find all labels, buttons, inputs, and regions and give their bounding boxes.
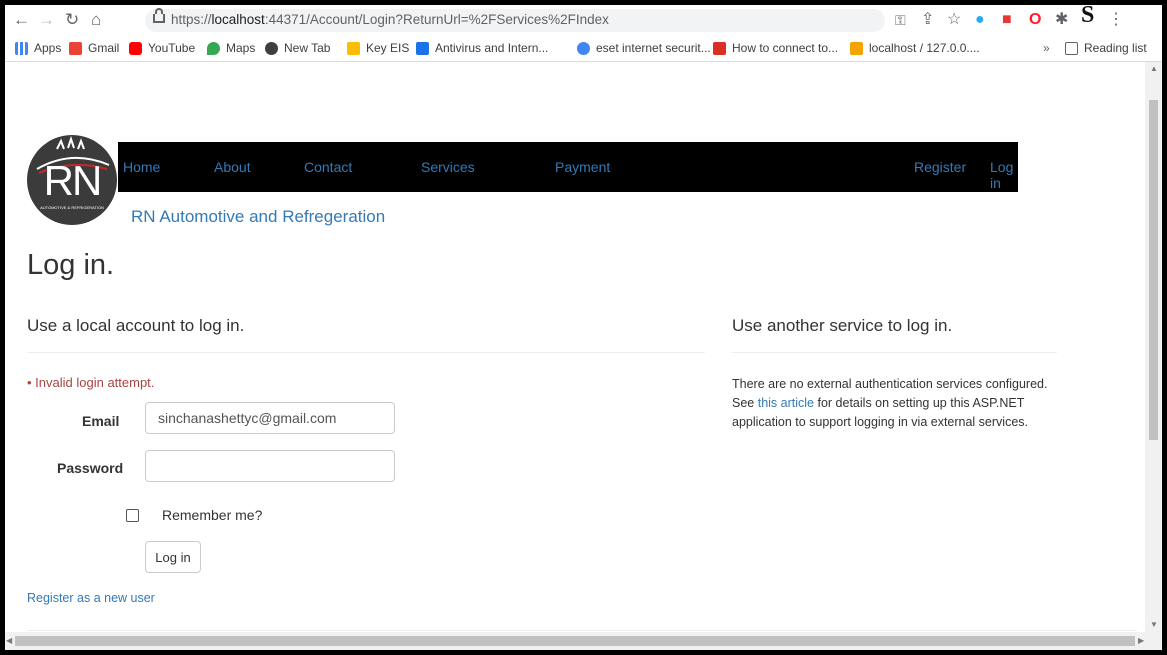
password-label: Password	[57, 460, 124, 476]
bookmark-localhost[interactable]: localhost / 127.0.0....	[850, 41, 980, 55]
scroll-right-icon[interactable]: ▶	[1138, 636, 1144, 645]
address-bar-row: ← → ↻ ⌂ https://localhost:44371/Account/…	[5, 5, 1162, 36]
nav-payment-link[interactable]: Payment	[555, 159, 610, 175]
scroll-left-icon[interactable]: ◀	[6, 636, 12, 645]
bookmark-antivirus[interactable]: Antivirus and Intern...	[416, 41, 548, 55]
page-title: Log in.	[27, 249, 115, 281]
logo-tagline: AUTOMOTIVE & REFRIGERATION	[40, 205, 104, 210]
external-services-message: There are no external authentication ser…	[732, 377, 1048, 429]
home-icon[interactable]: ⌂	[91, 11, 101, 29]
page-viewport: Home About Contact Services Payment Regi…	[5, 62, 1145, 632]
key-eis-icon	[347, 41, 360, 55]
nav-home-link[interactable]: Home	[123, 159, 160, 175]
bookmark-key-eis[interactable]: Key EIS	[347, 41, 409, 55]
maps-pin-icon	[207, 41, 220, 55]
horizontal-scrollbar[interactable]: ◀ ▶	[5, 632, 1162, 650]
share-icon[interactable]: ⇪	[921, 10, 934, 30]
footer-divider	[27, 630, 1137, 631]
vertical-scroll-thumb[interactable]	[1149, 100, 1158, 440]
rn-logo[interactable]: RN AUTOMOTIVE & REFRIGERATION	[27, 135, 117, 225]
star-icon[interactable]: ☆	[947, 10, 961, 30]
login-button[interactable]: Log in	[145, 541, 201, 573]
nav-login-link[interactable]: Log in	[990, 159, 1018, 191]
bookmark-eset[interactable]: eset internet securit...	[577, 41, 711, 55]
scroll-down-icon[interactable]: ▼	[1150, 620, 1158, 629]
opera-extension-icon[interactable]: O	[1029, 10, 1041, 30]
url-field[interactable]: https://localhost:44371/Account/Login?Re…	[145, 8, 885, 32]
vertical-scrollbar[interactable]: ▲ ▼	[1145, 62, 1162, 632]
v-logo-icon	[713, 41, 726, 55]
phpmyadmin-icon	[850, 41, 863, 55]
bookmarks-bar: Apps Gmail YouTube Maps New Tab Key EIS …	[5, 36, 1162, 62]
external-divider	[732, 352, 1057, 353]
forward-icon[interactable]: →	[38, 11, 55, 29]
apps-grid-icon	[15, 41, 28, 55]
reload-icon[interactable]: ↻	[65, 11, 79, 29]
email-label: Email	[82, 413, 120, 429]
local-divider	[27, 352, 705, 353]
gmail-icon	[69, 41, 82, 55]
bookmark-apps[interactable]: Apps	[15, 41, 61, 55]
antivirus-icon	[416, 41, 429, 55]
local-login-heading: Use a local account to log in.	[27, 316, 245, 335]
pocket-extension-icon[interactable]: ■	[1002, 10, 1012, 30]
remember-me-checkbox[interactable]	[126, 509, 139, 522]
profile-avatar[interactable]: S	[1081, 5, 1094, 27]
bookmark-maps[interactable]: Maps	[207, 41, 255, 55]
google-icon	[577, 41, 590, 55]
horizontal-scroll-thumb[interactable]	[15, 636, 1135, 646]
logo-initials: RN	[43, 157, 103, 204]
nav-contact-link[interactable]: Contact	[304, 159, 352, 175]
bookmark-gmail[interactable]: Gmail	[69, 41, 119, 55]
email-input[interactable]	[145, 402, 395, 434]
bookmark-how-to-connect[interactable]: How to connect to...	[713, 41, 838, 55]
youtube-icon	[129, 41, 142, 55]
remember-me-label: Remember me?	[162, 507, 263, 523]
external-login-heading: Use another service to log in.	[732, 316, 953, 335]
reading-list-button[interactable]: Reading list	[1065, 41, 1147, 55]
bookmark-youtube[interactable]: YouTube	[129, 41, 195, 55]
password-input[interactable]	[145, 450, 395, 482]
url-text: https://localhost:44371/Account/Login?Re…	[171, 12, 609, 27]
register-new-user-link[interactable]: Register as a new user	[27, 591, 155, 605]
back-icon[interactable]: ←	[13, 11, 30, 29]
bookmark-new-tab[interactable]: New Tab	[265, 41, 330, 55]
brand-name: RN Automotive and Refregeration	[131, 207, 386, 226]
extensions-puzzle-icon[interactable]: ✱	[1055, 10, 1068, 30]
reading-list-icon	[1065, 41, 1078, 55]
nav-about-link[interactable]: About	[214, 159, 251, 175]
key-icon[interactable]: ⚿	[895, 10, 906, 30]
lock-icon	[153, 8, 165, 23]
menu-kebab-icon[interactable]: ⋮	[1108, 10, 1124, 30]
telegram-extension-icon[interactable]: ●	[975, 10, 985, 30]
nav-register-link[interactable]: Register	[914, 159, 966, 175]
nav-services-link[interactable]: Services	[421, 159, 475, 175]
browser-window: ← → ↻ ⌂ https://localhost:44371/Account/…	[5, 5, 1162, 650]
this-article-link[interactable]: this article	[758, 396, 814, 410]
navbar: Home About Contact Services Payment Regi…	[118, 142, 1018, 192]
scroll-up-icon[interactable]: ▲	[1150, 64, 1158, 73]
validation-error: • Invalid login attempt.	[27, 375, 155, 390]
bookmarks-overflow-icon[interactable]: »	[1043, 41, 1050, 55]
globe-icon	[265, 41, 278, 55]
